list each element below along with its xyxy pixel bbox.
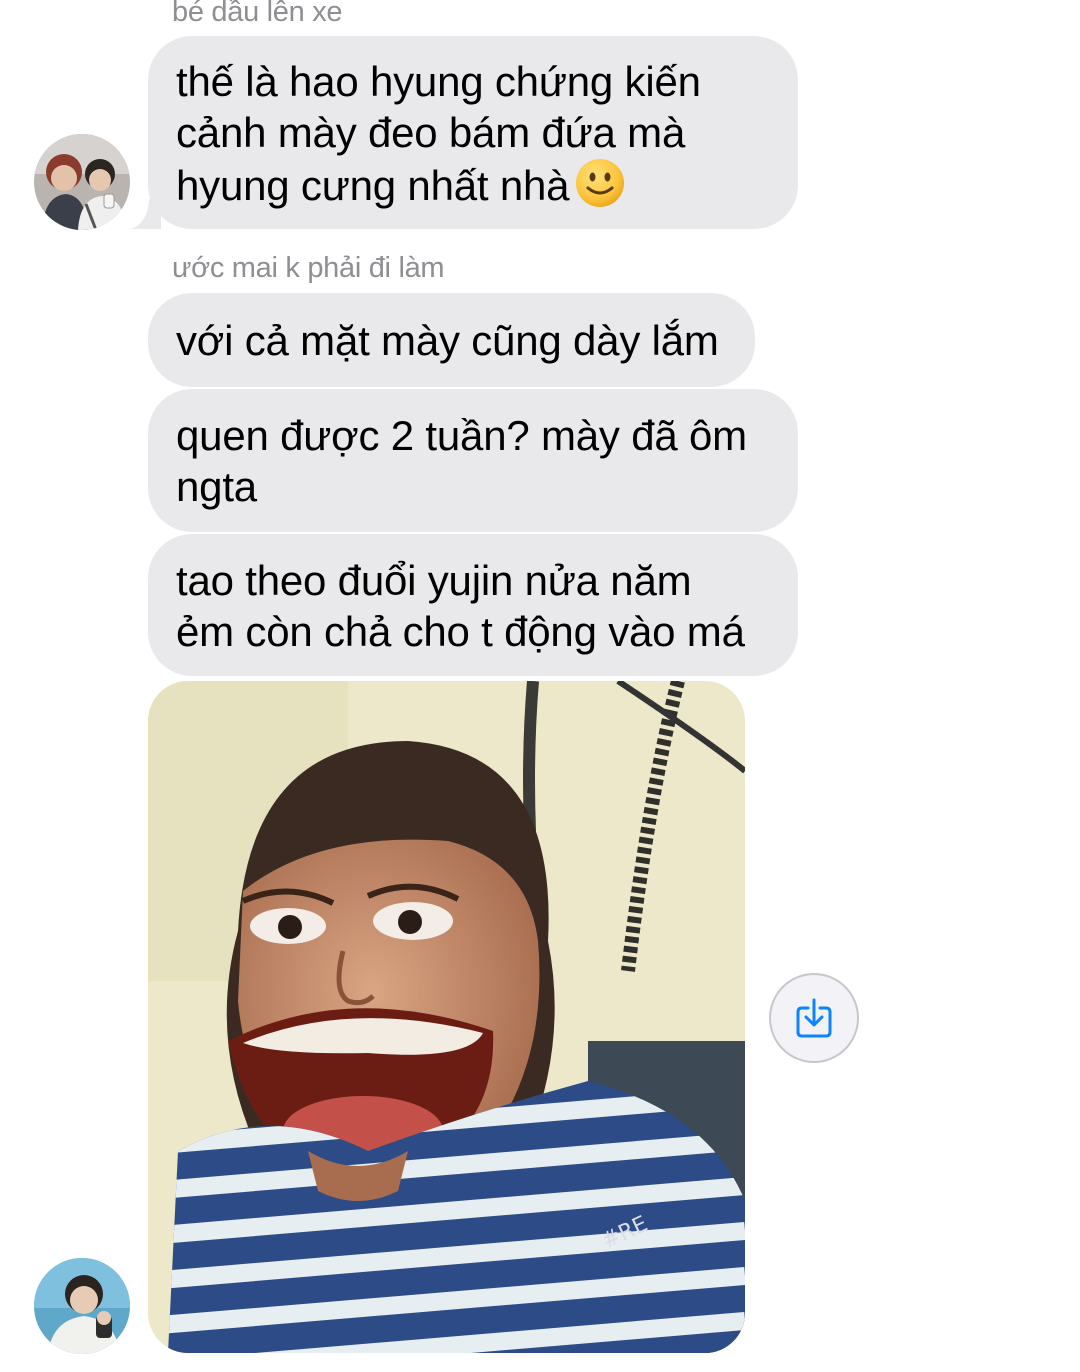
slightly-smiling-face-icon — [576, 159, 625, 207]
message-text: hyung cưng nhất nhà — [176, 162, 570, 209]
photo-image: #RE — [148, 681, 745, 1353]
message-line: với cả mặt mày cũng dày lắm — [176, 317, 719, 364]
bubble-tail — [131, 199, 161, 229]
download-to-device-icon — [796, 998, 832, 1038]
message-bubble[interactable]: quen được 2 tuần? mày đã ôm ngta — [148, 389, 798, 532]
avatar[interactable] — [34, 134, 130, 230]
message-line: tao theo đuổi yujin nửa năm — [176, 557, 692, 604]
sender-name: bé dầu lên xe — [172, 0, 343, 28]
message-line: ngta — [176, 463, 257, 510]
message-line: ẻm còn chả cho t động vào má — [176, 608, 745, 655]
message-line: thế là hao hyung chứng kiến — [176, 58, 701, 105]
avatar[interactable] — [34, 1258, 130, 1354]
message-line: quen được 2 tuần? mày đã ôm — [176, 412, 747, 459]
contact-photo-icon — [34, 1258, 130, 1354]
message-bubble[interactable]: tao theo đuổi yujin nửa năm ẻm còn chả c… — [148, 534, 798, 676]
message-bubble[interactable]: thế là hao hyung chứng kiến cảnh mày đeo… — [148, 36, 798, 229]
message-line: cảnh mày đeo bám đứa mà — [176, 109, 686, 156]
sender-name: ước mai k phải đi làm — [172, 252, 445, 284]
message-line: hyung cưng nhất nhà — [176, 158, 770, 211]
contact-photo-icon — [34, 134, 130, 230]
message-bubble[interactable]: với cả mặt mày cũng dày lắm — [148, 293, 755, 387]
photo-attachment[interactable]: #RE — [148, 681, 745, 1353]
message-thread: bé dầu lên xe thế là hao hyung chứng kiế… — [0, 0, 1080, 1372]
save-photo-button[interactable] — [769, 973, 859, 1063]
